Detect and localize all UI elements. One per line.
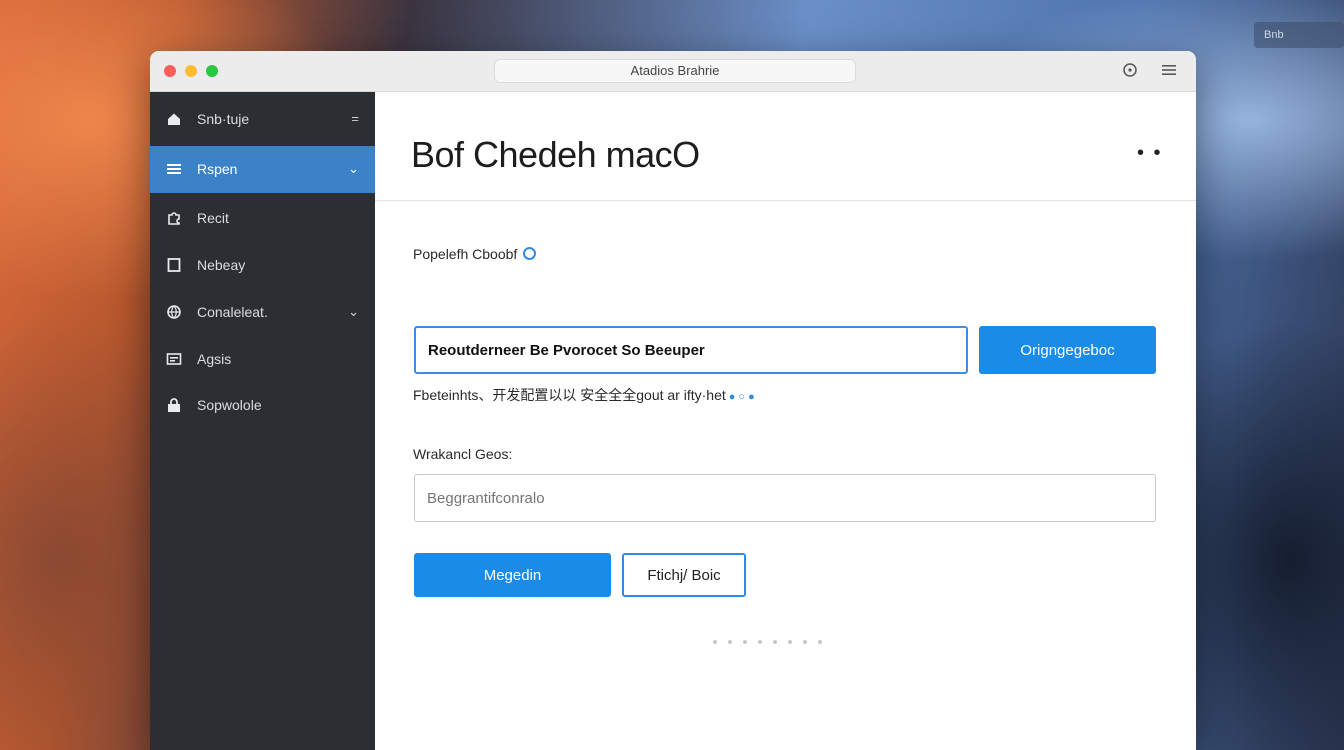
primary-input[interactable] xyxy=(414,326,968,374)
minimize-window-button[interactable] xyxy=(185,65,197,77)
secondary-input[interactable] xyxy=(414,474,1156,522)
puzzle-icon xyxy=(166,210,182,226)
square-icon xyxy=(166,257,182,273)
secondary-field-label: Wrakancl Geos: xyxy=(413,446,513,462)
sidebar-item-recit[interactable]: Recit xyxy=(150,195,375,242)
sidebar-item-menu-icon[interactable]: = xyxy=(351,110,359,127)
hint-label: Fbeteinhts、开发配置以以 安全全全gout ar ifty·het xyxy=(413,387,726,403)
close-window-button[interactable] xyxy=(164,65,176,77)
globe-icon xyxy=(166,304,182,320)
window-title[interactable]: Atadios Brahrie xyxy=(494,59,856,83)
apply-button[interactable]: Origngegeboc xyxy=(979,326,1156,374)
link-icon[interactable]: ● xyxy=(729,391,736,403)
info-icon[interactable] xyxy=(523,247,537,260)
sidebar-item-label: Nebeay xyxy=(197,257,246,273)
card-icon xyxy=(166,351,182,367)
maximize-window-button[interactable] xyxy=(206,65,218,77)
submit-button[interactable]: Megedin xyxy=(414,553,611,597)
info-icon[interactable]: ● xyxy=(748,391,755,403)
more-options-icon[interactable]: • • xyxy=(1137,142,1163,165)
sidebar-item-nebeay[interactable]: Nebeay xyxy=(150,242,375,289)
main-content: Bof Chedeh macO • • Popelefh Cboobf Orig… xyxy=(375,92,1196,750)
sidebar-item-rspen[interactable]: Rspen ⌄ xyxy=(150,146,375,193)
sidebar-item-label: Rspen xyxy=(197,161,238,177)
sidebar-item-conaleleat[interactable]: Conaleleat. ⌄ xyxy=(150,289,375,336)
desktop-badge: Bnb xyxy=(1254,22,1344,48)
sidebar-item-agsis[interactable]: Agsis xyxy=(150,336,375,383)
home-icon xyxy=(166,111,182,127)
loading-indicator xyxy=(713,640,822,644)
sidebar-item-label: Snb·tuje xyxy=(197,111,250,127)
sidebar-item-label: Recit xyxy=(197,210,229,226)
secondary-button[interactable]: Ftichj/ Boic xyxy=(622,553,746,597)
chevron-down-icon[interactable]: ⌄ xyxy=(348,303,359,320)
sidebar: Snb·tuje = Rspen ⌄ Recit Nebeay Conalele… xyxy=(150,92,375,750)
clock-icon[interactable] xyxy=(1121,62,1139,80)
search-icon[interactable]: ○ xyxy=(738,391,745,403)
page-title: Bof Chedeh macO xyxy=(411,134,700,175)
app-window: Atadios Brahrie Snb·tuje = Rspen ⌄ Recit… xyxy=(150,51,1196,750)
list-icon xyxy=(166,161,182,177)
sidebar-item-sopwolole[interactable]: Sopwolole xyxy=(150,382,375,429)
lock-icon xyxy=(166,397,182,413)
title-bar: Atadios Brahrie xyxy=(150,51,1196,92)
sidebar-item-label: Conaleleat. xyxy=(197,304,268,320)
primary-field-label: Popelefh Cboobf xyxy=(413,246,537,262)
sidebar-item-label: Sopwolole xyxy=(197,397,262,413)
hint-text: Fbeteinhts、开发配置以以 安全全全gout ar ifty·het ● ○… xyxy=(413,385,755,405)
sidebar-item-label: Agsis xyxy=(197,351,232,367)
chevron-down-icon[interactable]: ⌄ xyxy=(348,160,359,177)
header-divider xyxy=(375,200,1196,201)
sidebar-item-home[interactable]: Snb·tuje = xyxy=(150,96,375,143)
primary-label-text: Popelefh Cboobf xyxy=(413,246,518,262)
hamburger-icon[interactable] xyxy=(1160,62,1178,80)
